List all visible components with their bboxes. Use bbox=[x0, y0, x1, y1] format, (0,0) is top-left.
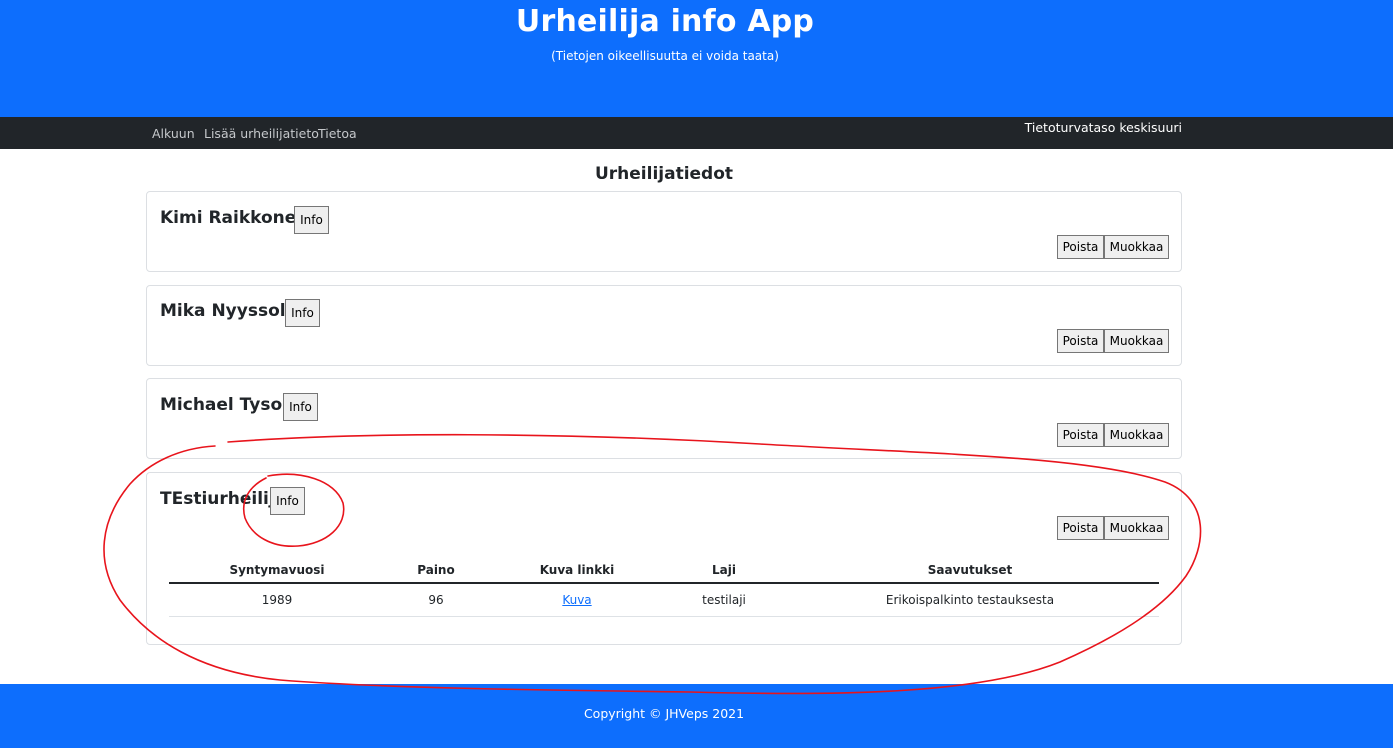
column-header-weight: Paino bbox=[385, 557, 487, 584]
athlete-name: Michael Tyson bbox=[160, 395, 295, 415]
info-button[interactable]: Info bbox=[294, 206, 329, 234]
edit-button[interactable]: Muokkaa bbox=[1104, 235, 1169, 259]
nav-link-add-athlete[interactable]: Lisää urheilijatieto bbox=[204, 126, 319, 141]
copyright-text: Copyright © JHVeps 2021 bbox=[583, 706, 745, 721]
cell-birth-year: 1989 bbox=[169, 583, 385, 617]
app-title: Urheilija info App bbox=[515, 4, 815, 39]
column-header-birth-year: Syntymavuosi bbox=[169, 557, 385, 584]
nav-link-tietoa[interactable]: Tietoa bbox=[318, 126, 357, 141]
delete-button[interactable]: Poista bbox=[1057, 329, 1104, 353]
edit-button[interactable]: Muokkaa bbox=[1104, 516, 1169, 540]
athlete-details-table: Syntymavuosi Paino Kuva linkki Laji Saav… bbox=[169, 557, 1159, 617]
table-row: 1989 96 Kuva testilaji Erikoispalkinto t… bbox=[169, 583, 1159, 617]
cell-image-link: Kuva bbox=[487, 583, 667, 617]
page-title: Urheilijatiedot bbox=[594, 164, 734, 184]
image-link[interactable]: Kuva bbox=[562, 593, 591, 607]
athlete-card: Kimi Raikkonen Info Poista Muokkaa bbox=[146, 191, 1182, 272]
info-button[interactable]: Info bbox=[283, 393, 318, 421]
cell-weight: 96 bbox=[385, 583, 487, 617]
athlete-card-expanded: TEstiurheilija Info Poista Muokkaa Synty… bbox=[146, 472, 1182, 645]
athlete-name: Mika Nyyssola bbox=[160, 301, 298, 321]
nav-link-alkuun[interactable]: Alkuun bbox=[152, 126, 195, 141]
table-header-row: Syntymavuosi Paino Kuva linkki Laji Saav… bbox=[169, 557, 1159, 584]
app-subtitle: (Tietojen oikeellisuutta ei voida taata) bbox=[551, 49, 779, 63]
column-header-image-link: Kuva linkki bbox=[487, 557, 667, 584]
security-level-text: Tietoturvataso keskisuuri bbox=[1024, 120, 1182, 135]
app-header: Urheilija info App (Tietojen oikeellisuu… bbox=[0, 0, 1393, 117]
footer: Copyright © JHVeps 2021 bbox=[0, 684, 1393, 748]
column-header-sport: Laji bbox=[667, 557, 781, 584]
column-header-achievements: Saavutukset bbox=[781, 557, 1159, 584]
athlete-card: Mika Nyyssola Info Poista Muokkaa bbox=[146, 285, 1182, 366]
cell-sport: testilaji bbox=[667, 583, 781, 617]
delete-button[interactable]: Poista bbox=[1057, 235, 1104, 259]
delete-button[interactable]: Poista bbox=[1057, 423, 1104, 447]
delete-button[interactable]: Poista bbox=[1057, 516, 1104, 540]
athlete-card: Michael Tyson Info Poista Muokkaa bbox=[146, 378, 1182, 459]
athlete-name: TEstiurheilija bbox=[160, 489, 287, 509]
info-button[interactable]: Info bbox=[285, 299, 320, 327]
edit-button[interactable]: Muokkaa bbox=[1104, 329, 1169, 353]
info-button[interactable]: Info bbox=[270, 487, 305, 515]
edit-button[interactable]: Muokkaa bbox=[1104, 423, 1169, 447]
cell-achievements: Erikoispalkinto testauksesta bbox=[781, 583, 1159, 617]
navbar: Alkuun Lisää urheilijatieto Tietoa Tieto… bbox=[0, 117, 1393, 149]
athlete-name: Kimi Raikkonen bbox=[160, 208, 309, 228]
